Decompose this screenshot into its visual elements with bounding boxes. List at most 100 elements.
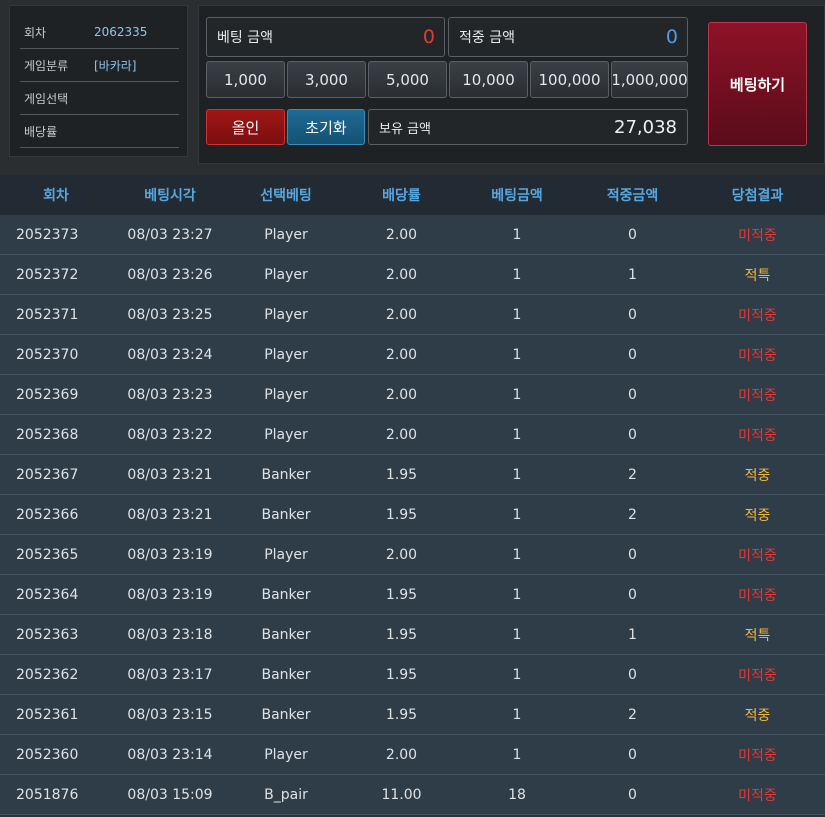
row-pick-cell: Player	[228, 215, 344, 255]
selection-label: 게임선택	[24, 91, 69, 106]
row-win-amount-cell: 1	[575, 614, 690, 655]
header-pick: 선택베팅	[228, 175, 344, 215]
row-time-cell: 08/03 23:22	[112, 414, 228, 455]
bet-panel: 베팅 금액 0 적중 금액 0 1,000 3,000 5,000 10,000…	[198, 5, 825, 164]
chip-1000000-button[interactable]: 1,000,000	[611, 61, 688, 98]
row-round-cell: 2052365	[0, 534, 112, 575]
balance-box: 보유 금액 27,038	[368, 109, 688, 145]
game-info-panel: 회차 2062335 게임분류 [바카라] 게임선택 배당률	[9, 5, 188, 157]
row-result-cell: 적중	[690, 454, 825, 495]
table-row: 2052370 08/03 23:24 Player 2.00 1 0 미적중	[0, 334, 825, 375]
row-result-cell: 적특	[690, 614, 825, 655]
row-pick-cell: Player	[228, 534, 344, 575]
row-time-cell: 08/03 23:18	[112, 614, 228, 655]
row-win-amount-cell: 2	[575, 494, 690, 535]
bet-amount-value: 0	[422, 26, 435, 48]
row-result-cell: 미적중	[690, 654, 825, 695]
table-row: 2051876 08/03 15:09 B_pair 11.00 18 0 미적중	[0, 774, 825, 815]
row-bet-amount-cell: 1	[459, 215, 575, 255]
row-round-cell: 2052366	[0, 494, 112, 535]
row-odds-cell: 1.95	[344, 694, 459, 735]
row-result-cell: 미적중	[690, 414, 825, 455]
table-row: 2052366 08/03 23:21 Banker 1.95 1 2 적중	[0, 494, 825, 535]
row-result-cell: 미적중	[690, 574, 825, 615]
row-time-cell: 08/03 23:19	[112, 574, 228, 615]
chip-5000-button[interactable]: 5,000	[368, 61, 447, 98]
info-row-selection: 게임선택	[20, 82, 179, 115]
table-row: 2052368 08/03 23:22 Player 2.00 1 0 미적중	[0, 414, 825, 455]
win-amount-value: 0	[665, 26, 678, 48]
chip-3000-button[interactable]: 3,000	[287, 61, 366, 98]
row-bet-amount-cell: 1	[459, 654, 575, 695]
row-round-cell: 2052364	[0, 574, 112, 615]
row-result-cell: 미적중	[690, 774, 825, 815]
balance-label: 보유 금액	[379, 121, 431, 137]
row-win-amount-cell: 0	[575, 774, 690, 815]
chip-100000-button[interactable]: 100,000	[530, 61, 609, 98]
row-odds-cell: 2.00	[344, 534, 459, 575]
row-win-amount-cell: 0	[575, 414, 690, 455]
row-time-cell: 08/03 23:17	[112, 654, 228, 695]
row-odds-cell: 1.95	[344, 574, 459, 615]
row-round-cell: 2052368	[0, 414, 112, 455]
row-pick-cell: Banker	[228, 694, 344, 735]
table-row: 2052367 08/03 23:21 Banker 1.95 1 2 적중	[0, 454, 825, 495]
table-row: 2052365 08/03 23:19 Player 2.00 1 0 미적중	[0, 534, 825, 575]
info-row-category: 게임분류 [바카라]	[20, 49, 179, 82]
header-result: 당첨결과	[690, 175, 825, 215]
row-round-cell: 2052360	[0, 734, 112, 775]
row-bet-amount-cell: 1	[459, 734, 575, 775]
row-pick-cell: Player	[228, 374, 344, 415]
table-row: 2052371 08/03 23:25 Player 2.00 1 0 미적중	[0, 294, 825, 335]
row-win-amount-cell: 0	[575, 374, 690, 415]
row-time-cell: 08/03 23:24	[112, 334, 228, 375]
chip-10000-button[interactable]: 10,000	[449, 61, 528, 98]
table-row: 2052360 08/03 23:14 Player 2.00 1 0 미적중	[0, 734, 825, 775]
row-odds-cell: 11.00	[344, 774, 459, 815]
header-round: 회차	[0, 175, 112, 215]
row-result-cell: 적특	[690, 254, 825, 295]
category-label: 게임분류	[24, 58, 69, 73]
row-bet-amount-cell: 1	[459, 494, 575, 535]
row-round-cell: 2052370	[0, 334, 112, 375]
reset-button[interactable]: 초기화	[287, 109, 365, 145]
row-time-cell: 08/03 23:21	[112, 494, 228, 535]
table-row: 2052372 08/03 23:26 Player 2.00 1 1 적특	[0, 254, 825, 295]
row-result-cell: 미적중	[690, 215, 825, 255]
row-result-cell: 적중	[690, 694, 825, 735]
table-row: 2052362 08/03 23:17 Banker 1.95 1 0 미적중	[0, 654, 825, 695]
row-win-amount-cell: 2	[575, 694, 690, 735]
chip-1000-button[interactable]: 1,000	[206, 61, 285, 98]
win-amount-label: 적중 금액	[459, 30, 515, 46]
row-round-cell: 2052369	[0, 374, 112, 415]
info-row-odds: 배당률	[20, 115, 179, 148]
table-row: 2052373 08/03 23:27 Player 2.00 1 0 미적중	[0, 215, 825, 255]
place-bet-button[interactable]: 베팅하기	[708, 22, 807, 146]
info-row-round: 회차 2062335	[20, 16, 179, 49]
balance-value: 27,038	[614, 116, 677, 138]
row-result-cell: 미적중	[690, 334, 825, 375]
row-bet-amount-cell: 1	[459, 694, 575, 735]
row-odds-cell: 1.95	[344, 654, 459, 695]
row-win-amount-cell: 0	[575, 574, 690, 615]
row-time-cell: 08/03 15:09	[112, 774, 228, 815]
bet-amount-box: 베팅 금액 0	[206, 17, 445, 57]
row-round-cell: 2052367	[0, 454, 112, 495]
row-win-amount-cell: 0	[575, 334, 690, 375]
row-round-cell: 2052361	[0, 694, 112, 735]
header-bet-time: 베팅시각	[112, 175, 228, 215]
row-time-cell: 08/03 23:23	[112, 374, 228, 415]
row-odds-cell: 2.00	[344, 294, 459, 335]
row-win-amount-cell: 0	[575, 215, 690, 255]
all-in-button[interactable]: 올인	[206, 109, 285, 145]
row-odds-cell: 2.00	[344, 215, 459, 255]
table-row: 2052361 08/03 23:15 Banker 1.95 1 2 적중	[0, 694, 825, 735]
row-odds-cell: 2.00	[344, 414, 459, 455]
row-bet-amount-cell: 1	[459, 374, 575, 415]
row-bet-amount-cell: 1	[459, 614, 575, 655]
row-result-cell: 미적중	[690, 734, 825, 775]
table-header-row: 회차 베팅시각 선택베팅 배당률 베팅금액 적중금액 당첨결과	[0, 175, 825, 215]
row-pick-cell: Player	[228, 734, 344, 775]
row-odds-cell: 1.95	[344, 614, 459, 655]
bet-amount-label: 베팅 금액	[217, 30, 273, 46]
